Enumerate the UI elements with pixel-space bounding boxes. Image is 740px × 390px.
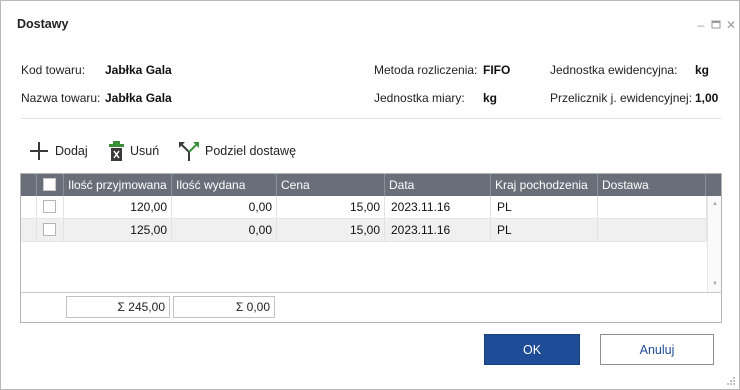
cancel-button[interactable]: Anuluj [600,334,714,365]
grid-footer-separator [21,292,721,293]
close-icon[interactable]: ✕ [724,18,738,32]
maximize-icon[interactable] [709,18,723,32]
scroll-down-icon[interactable]: ▼ [708,279,722,289]
nazwa-towaru-value: Jabłka Gala [105,91,172,105]
row-indicator [21,219,37,241]
row-checkbox[interactable] [43,223,56,236]
split-delivery-button[interactable]: Podziel dostawę [178,139,296,163]
row-checkbox[interactable] [43,200,56,213]
col-kraj-pochodzenia[interactable]: Kraj pochodzenia [491,174,598,196]
kod-towaru-label: Kod towaru: [21,63,86,77]
add-button-label: Dodaj [55,144,88,158]
col-ilosc-wydana[interactable]: Ilość wydana [172,174,277,196]
jednostka-ewidencyjna-value: kg [695,63,710,77]
remove-button[interactable]: Usuń [108,139,159,163]
cell-dostawa[interactable] [598,196,707,218]
cell-cena[interactable]: 15,00 [277,219,385,241]
cell-data[interactable]: 2023.11.16 [385,219,491,241]
split-delivery-button-label: Podziel dostawę [205,144,297,158]
scroll-up-icon[interactable]: ▲ [708,199,722,209]
cell-kraj[interactable]: PL [491,196,598,218]
kod-towaru-value: Jabłka Gala [105,63,172,77]
select-all-checkbox[interactable] [43,178,56,191]
vertical-scrollbar[interactable]: ▲ ▼ [707,196,721,292]
sum-ilosc-wydana: Σ 0,00 [173,296,275,318]
cell-dostawa[interactable] [598,219,707,241]
przelicznik-value: 1,00 [695,91,719,105]
deliveries-grid: Ilość przyjmowana Ilość wydana Cena Data… [20,173,722,323]
metoda-rozliczenia-value: FIFO [483,63,511,77]
przelicznik-label: Przelicznik j. ewidencyjnej: [550,91,693,105]
jednostka-ewidencyjna-label: Jednostka ewidencyjna: [550,63,678,77]
nazwa-towaru-label: Nazwa towaru: [21,91,101,105]
cell-ilosc-wydana[interactable]: 0,00 [172,219,277,241]
col-ilosc-przyjmowana[interactable]: Ilość przyjmowana [64,174,172,196]
dialog-window: Dostawy – ✕ Kod towaru: Jabłka Gala Nazw… [0,0,740,390]
ok-button[interactable]: OK [484,334,580,365]
dialog-title: Dostawy [17,17,69,31]
cell-ilosc-przyjmowana[interactable]: 125,00 [64,219,172,241]
table-row[interactable]: 125,00 0,00 15,00 2023.11.16 PL [21,219,707,242]
table-row[interactable]: 120,00 0,00 15,00 2023.11.16 PL [21,196,707,219]
cell-cena[interactable]: 15,00 [277,196,385,218]
col-dostawa[interactable]: Dostawa [598,174,706,196]
metoda-rozliczenia-label: Metoda rozliczenia: [374,63,478,77]
trash-icon [109,141,124,161]
plus-icon [30,142,48,160]
col-cena[interactable]: Cena [277,174,385,196]
jednostka-miary-value: kg [483,91,498,105]
split-icon [179,142,199,161]
grid-header: Ilość przyjmowana Ilość wydana Cena Data… [21,174,721,196]
sum-ilosc-przyjmowana: Σ 245,00 [66,296,170,318]
separator [21,118,721,119]
row-indicator-header [21,174,37,196]
cell-kraj[interactable]: PL [491,219,598,241]
cell-ilosc-przyjmowana[interactable]: 120,00 [64,196,172,218]
resize-grip-icon[interactable] [726,376,736,386]
add-button[interactable]: Dodaj [28,139,88,163]
col-data[interactable]: Data [385,174,491,196]
minimize-icon[interactable]: – [694,18,708,32]
cell-ilosc-wydana[interactable]: 0,00 [172,196,277,218]
cell-data[interactable]: 2023.11.16 [385,196,491,218]
remove-button-label: Usuń [130,144,160,158]
jednostka-miary-label: Jednostka miary: [374,91,465,105]
row-indicator [21,196,37,218]
